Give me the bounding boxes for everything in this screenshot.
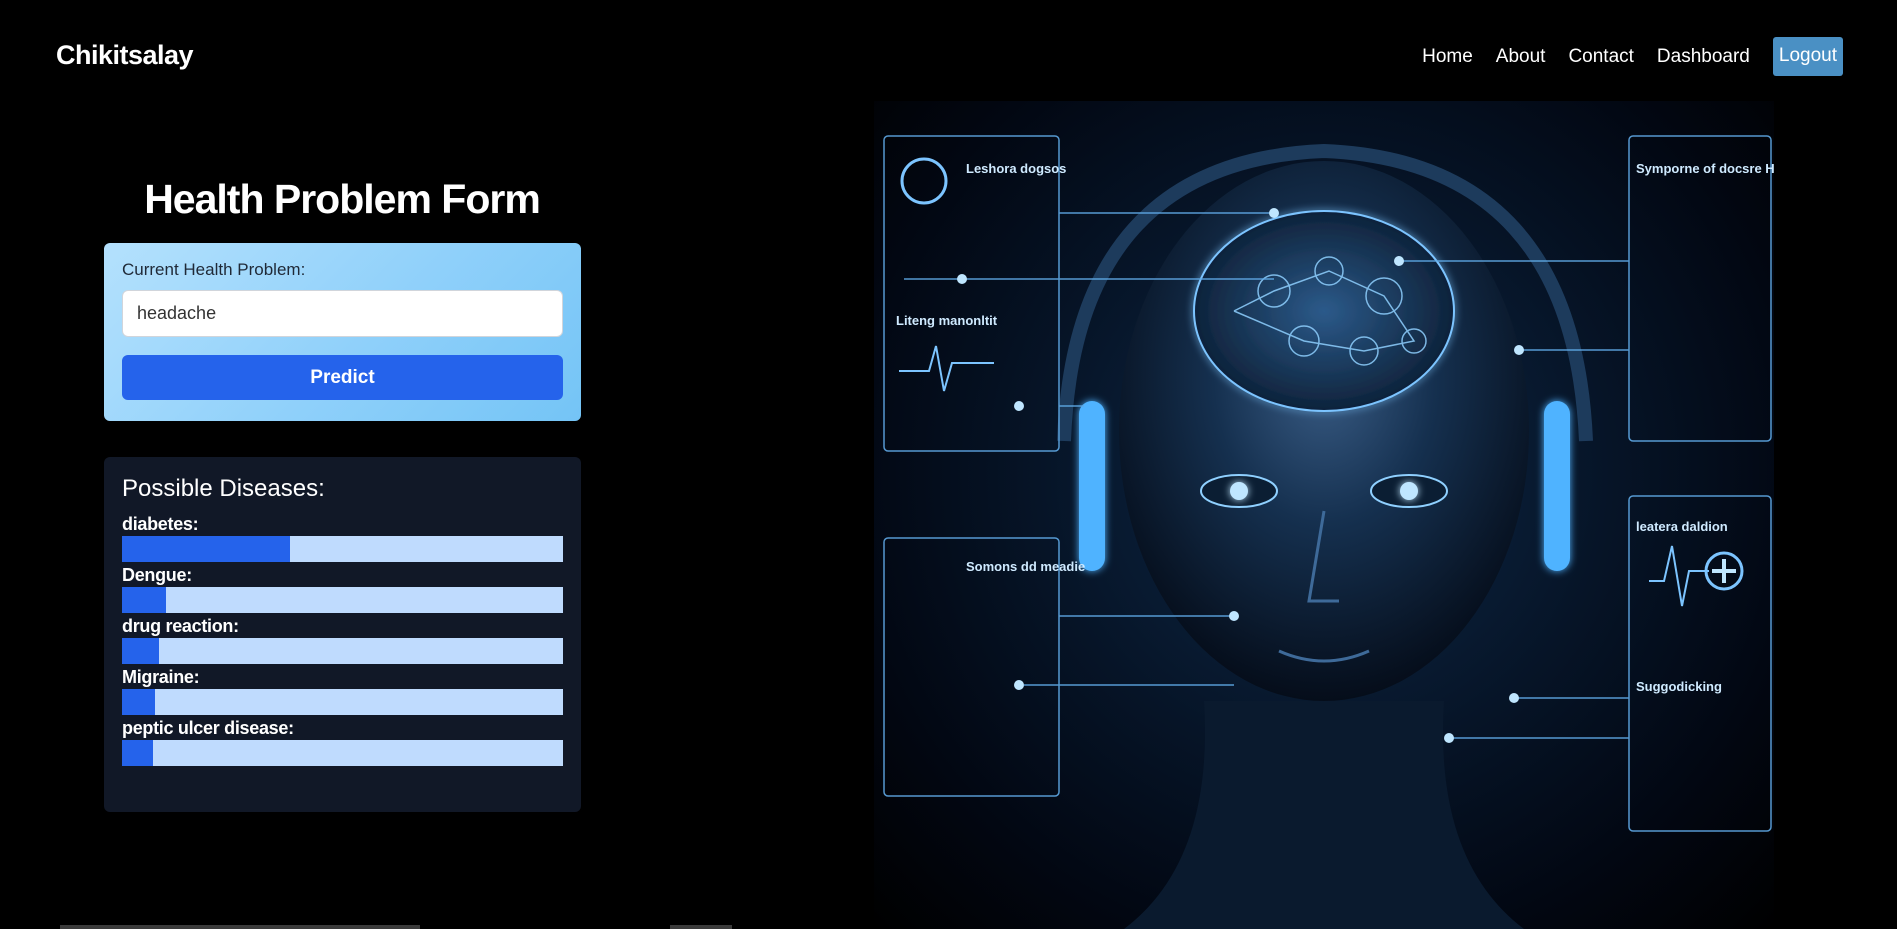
possible-diseases-panel: Possible Diseases: diabetes: Dengue: drug … — [104, 457, 581, 812]
health-problem-form: Current Health Problem: Predict — [104, 243, 581, 421]
bottom-divider — [60, 925, 420, 929]
probability-bar-fill — [122, 536, 290, 562]
probability-bar-fill — [122, 638, 160, 664]
disease-item: Migraine: — [122, 667, 563, 715]
nav-link-dashboard[interactable]: Dashboard — [1657, 46, 1750, 68]
panel-text-6: Suggodicking — [1636, 679, 1722, 694]
probability-bar — [122, 587, 563, 613]
disease-item: peptic ulcer disease: — [122, 718, 563, 766]
nav-link-contact[interactable]: Contact — [1568, 46, 1633, 68]
panel-text-4: Somons dd meadie — [966, 559, 1085, 574]
health-problem-label: Current Health Problem: — [122, 260, 306, 279]
probability-bar-fill — [122, 689, 156, 715]
panel-text-3: Symporne of docsre Hrelonn — [1636, 161, 1774, 176]
logout-button[interactable]: Logout — [1772, 37, 1843, 76]
ai-health-illustration: Leshora dogsos Liteng manonltit Symporne… — [874, 101, 1774, 929]
panel-text-5: leatera daldion — [1636, 519, 1728, 534]
disease-label: Dengue: — [122, 565, 192, 585]
brand-logo[interactable]: Chikitsalay — [56, 40, 194, 71]
bottom-divider-2 — [670, 925, 732, 929]
disease-label: drug reaction: — [122, 616, 239, 636]
probability-bar — [122, 638, 563, 664]
probability-bar — [122, 689, 563, 715]
health-problem-input[interactable] — [122, 290, 563, 337]
predict-button[interactable]: Predict — [122, 355, 563, 400]
possible-diseases-title: Possible Diseases: — [122, 475, 325, 502]
probability-bar-fill — [122, 740, 153, 766]
nav-link-home[interactable]: Home — [1422, 46, 1473, 68]
page-title: Health Problem Form — [144, 176, 541, 222]
disease-item: drug reaction: — [122, 616, 563, 664]
ai-head-graphic: Leshora dogsos Liteng manonltit Symporne… — [883, 135, 1774, 929]
disease-label: diabetes: — [122, 514, 199, 534]
probability-bar — [122, 536, 563, 562]
probability-bar — [122, 740, 563, 766]
nav-links: Home About Contact Dashboard Logout — [1422, 37, 1843, 76]
disease-label: Migraine: — [122, 667, 200, 687]
disease-item: Dengue: — [122, 565, 563, 613]
nav-link-about[interactable]: About — [1496, 46, 1546, 68]
panel-text-1: Leshora dogsos — [966, 161, 1066, 176]
disease-list: diabetes: Dengue: drug reaction: Migraine: p… — [122, 514, 563, 766]
navbar: Chikitsalay Home About Contact Dashboard… — [0, 0, 1897, 112]
disease-item: diabetes: — [122, 514, 563, 562]
disease-label: peptic ulcer disease: — [122, 718, 294, 738]
panel-text-2: Liteng manonltit — [896, 313, 998, 328]
probability-bar-fill — [122, 587, 167, 613]
